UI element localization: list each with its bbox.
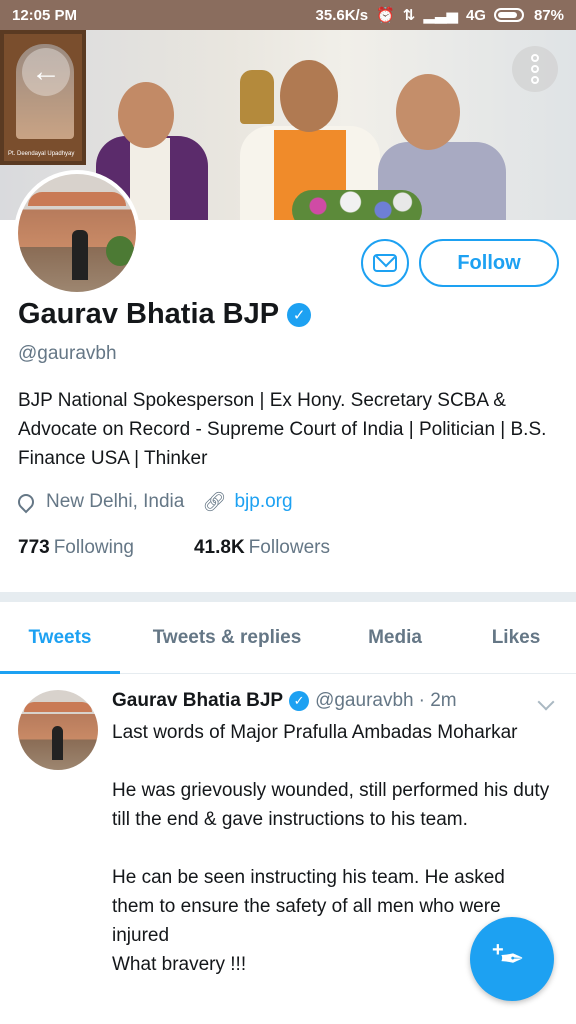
tweet-time: · 2m [418, 690, 457, 711]
data-transfer-icon: ⇅ [402, 7, 416, 24]
link-icon: 🔗︎ [202, 492, 227, 513]
follow-button[interactable]: Follow [419, 239, 559, 287]
profile-bio: BJP National Spokesperson | Ex Hony. Sec… [18, 390, 547, 469]
profile-location: New Delhi, India [46, 491, 185, 512]
portrait-caption: Pt. Deendayal Upadhyay [8, 151, 75, 157]
network-type: 4G [465, 6, 486, 24]
tab-tweets[interactable]: Tweets [0, 602, 120, 674]
more-options-icon[interactable] [512, 46, 558, 92]
following-count[interactable]: 773 Following [18, 537, 134, 559]
profile-website-link[interactable]: bjp.org [234, 491, 292, 513]
profile-handle: @gauravbh [18, 343, 117, 364]
profile-tabs: Tweets Tweets & replies Media Likes [0, 602, 576, 674]
profile-meta: New Delhi, India 🔗︎ bjp.org [14, 490, 293, 514]
verified-badge-icon: ✓ [289, 691, 310, 711]
tweet-header: Gaurav Bhatia BJP ✓ @gauravbh · 2m [112, 690, 562, 712]
tab-tweets-replies[interactable]: Tweets & replies [120, 602, 334, 673]
tab-likes[interactable]: Likes [456, 602, 576, 673]
profile-name-row: Gaurav Bhatia BJP ✓ [18, 298, 312, 331]
tweet-author-name[interactable]: Gaurav Bhatia BJP [112, 690, 283, 712]
tweet-author-handle: @gauravbh [315, 690, 414, 711]
alarm-icon: ⏰ [376, 7, 395, 24]
network-speed: 35.6K/s [315, 6, 369, 24]
plus-icon: + [492, 939, 504, 961]
profile-name: Gaurav Bhatia BJP [18, 298, 280, 330]
follow-counts: 773 Following 41.8K Followers [18, 537, 330, 559]
tab-media[interactable]: Media [334, 602, 456, 673]
battery-icon [493, 8, 524, 22]
message-button[interactable] [361, 239, 409, 287]
tweet-avatar[interactable] [18, 690, 98, 770]
flower-bouquet [292, 190, 422, 220]
compose-tweet-button[interactable]: + ✒︎ [470, 917, 554, 1001]
signal-icon: ▂▃▅ [423, 7, 458, 24]
status-time: 12:05 PM [12, 6, 78, 24]
envelope-icon [373, 254, 397, 272]
statue [240, 70, 274, 124]
verified-badge-icon: ✓ [287, 302, 312, 327]
back-arrow-icon[interactable]: ← [22, 48, 70, 96]
profile-avatar[interactable] [14, 170, 140, 296]
section-divider [0, 592, 576, 602]
status-bar: 12:05 PM 35.6K/s ⏰ ⇅ ▂▃▅ 4G 87% [0, 0, 576, 30]
followers-count[interactable]: 41.8K Followers [194, 537, 330, 559]
battery-percent: 87% [533, 6, 564, 24]
location-pin-icon [14, 490, 38, 514]
